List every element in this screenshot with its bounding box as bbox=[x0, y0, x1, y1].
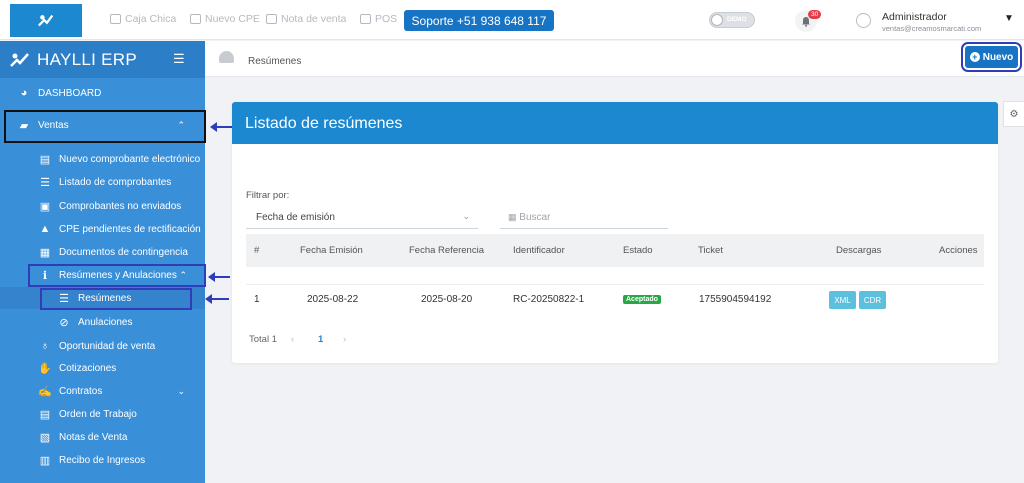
caja-chica-link[interactable]: Caja Chica bbox=[110, 13, 176, 25]
calendar-icon: ▦ bbox=[508, 212, 517, 222]
sidebar-item-contingencia[interactable]: ▦ Documentos de contingencia bbox=[0, 241, 205, 263]
annotation-box-ventas bbox=[4, 110, 206, 143]
pager-prev-icon[interactable]: ‹ bbox=[291, 334, 294, 345]
row-fecha-emision: 2025-08-22 bbox=[307, 294, 359, 305]
inbox-icon: ▣ bbox=[39, 200, 51, 213]
dashboard-icon: ◕ bbox=[20, 87, 28, 99]
annotation-arrow bbox=[210, 122, 232, 132]
hamburger-menu-icon[interactable]: ☰ bbox=[173, 51, 185, 67]
chevron-down-icon: ⌄ bbox=[177, 385, 185, 396]
sidebar-item-no-enviados[interactable]: ▣ Comprobantes no enviados bbox=[0, 195, 205, 217]
file-icon: ▤ bbox=[39, 153, 51, 166]
clipboard-icon: ▦ bbox=[39, 246, 51, 259]
annotation-arrow bbox=[208, 272, 230, 282]
user-avatar-icon[interactable] bbox=[856, 13, 871, 28]
annotation-box-resumenes-anulaciones bbox=[28, 264, 206, 287]
sidebar-item-dashboard[interactable]: ◕ DASHBOARD bbox=[0, 82, 205, 104]
logo[interactable] bbox=[10, 4, 82, 37]
download-xml-button[interactable]: XML bbox=[829, 291, 856, 309]
pager-total: Total 1 bbox=[249, 334, 277, 345]
row-fecha-referencia: 2025-08-20 bbox=[421, 294, 473, 305]
row-num: 1 bbox=[254, 294, 260, 305]
brand-logo-icon bbox=[38, 14, 54, 26]
sidebar-item-nuevo-comprobante[interactable]: ▤ Nuevo comprobante electrónico bbox=[0, 148, 205, 170]
cash-icon bbox=[110, 14, 121, 24]
sidebar-item-cotizaciones[interactable]: ✋ Cotizaciones bbox=[0, 357, 205, 379]
handshake-icon: ✍ bbox=[38, 385, 52, 398]
sidebar-item-recibo-ingresos[interactable]: ▥ Recibo de Ingresos bbox=[0, 449, 205, 471]
sidebar-item-oportunidad[interactable]: ♁ Oportunidad de venta bbox=[0, 335, 205, 357]
breadcrumb: Resúmenes bbox=[205, 41, 1024, 77]
top-bar: Caja Chica Nuevo CPE Nota de venta POS S… bbox=[0, 0, 1024, 40]
brand-logo-icon bbox=[10, 52, 29, 67]
lightbulb-icon: ♁ bbox=[40, 340, 50, 352]
user-name[interactable]: Administrador bbox=[882, 11, 947, 23]
filter-select[interactable]: Fecha de emisión ⌄ bbox=[246, 207, 478, 229]
notification-badge: 30 bbox=[808, 10, 822, 19]
summaries-card: Listado de resúmenes Filtrar por: Fecha … bbox=[232, 102, 998, 363]
filter-label: Filtrar por: bbox=[246, 190, 290, 201]
settings-gear-icon[interactable]: ⚙ bbox=[1003, 101, 1024, 127]
user-email: ventas@creamosmarcati.com bbox=[882, 24, 982, 33]
sidebar-header: HAYLLI ERP ☰ bbox=[0, 41, 205, 78]
warning-icon: ▲ bbox=[39, 223, 51, 235]
annotation-box-resumenes bbox=[40, 288, 192, 310]
ban-icon: ⊘ bbox=[59, 316, 69, 329]
chevron-down-icon: ⌄ bbox=[462, 211, 470, 221]
pos-link[interactable]: POS bbox=[360, 13, 397, 25]
sidebar-item-orden-trabajo[interactable]: ▤ Orden de Trabajo bbox=[0, 403, 205, 425]
card-title: Listado de resúmenes bbox=[232, 102, 998, 144]
sidebar-item-anulaciones[interactable]: ⊘ Anulaciones bbox=[0, 311, 205, 333]
dashboard-icon bbox=[219, 51, 234, 63]
sidebar-item-contratos[interactable]: ✍ Contratos ⌄ bbox=[0, 380, 205, 402]
annotation-arrow bbox=[205, 294, 229, 304]
pager-page[interactable]: 1 bbox=[318, 334, 323, 345]
download-cdr-button[interactable]: CDR bbox=[859, 291, 886, 309]
demo-toggle[interactable]: DEMO bbox=[709, 12, 755, 28]
row-ticket: 1755904594192 bbox=[699, 294, 772, 305]
nota-venta-link[interactable]: Nota de venta bbox=[266, 13, 346, 25]
nuevo-cpe-link[interactable]: Nuevo CPE bbox=[190, 13, 260, 25]
table-header: # Fecha Emisión Fecha Referencia Identif… bbox=[246, 234, 984, 267]
user-menu-caret-icon[interactable]: ▼ bbox=[1004, 13, 1014, 24]
toggle-knob bbox=[711, 14, 723, 26]
pager-next-icon[interactable]: › bbox=[343, 334, 346, 345]
search-input[interactable]: ▦ Buscar bbox=[500, 207, 668, 229]
sidebar-item-notas-venta[interactable]: ▧ Notas de Venta bbox=[0, 426, 205, 448]
note-icon bbox=[266, 14, 277, 24]
list-icon: ☰ bbox=[40, 176, 50, 189]
plus-circle-icon: + bbox=[969, 52, 980, 62]
nuevo-button[interactable]: + Nuevo bbox=[961, 42, 1022, 72]
brand-name: HAYLLI ERP bbox=[37, 49, 138, 69]
file-icon: ▤ bbox=[39, 408, 51, 421]
pos-icon bbox=[360, 14, 371, 24]
receipt-icon: ▥ bbox=[39, 454, 51, 467]
row-divider bbox=[246, 284, 984, 285]
support-button[interactable]: Soporte +51 938 648 117 bbox=[404, 10, 554, 31]
sidebar-item-pendientes[interactable]: ▲ CPE pendientes de rectificación bbox=[0, 218, 205, 240]
status-badge: Aceptado bbox=[623, 295, 661, 304]
note-icon: ▧ bbox=[39, 431, 51, 444]
row-identificador: RC-20250822-1 bbox=[513, 294, 585, 305]
hand-icon: ✋ bbox=[38, 362, 52, 375]
breadcrumb-current: Resúmenes bbox=[248, 56, 302, 67]
file-icon bbox=[190, 14, 201, 24]
sidebar-item-listado-comprobantes[interactable]: ☰ Listado de comprobantes bbox=[0, 171, 205, 193]
